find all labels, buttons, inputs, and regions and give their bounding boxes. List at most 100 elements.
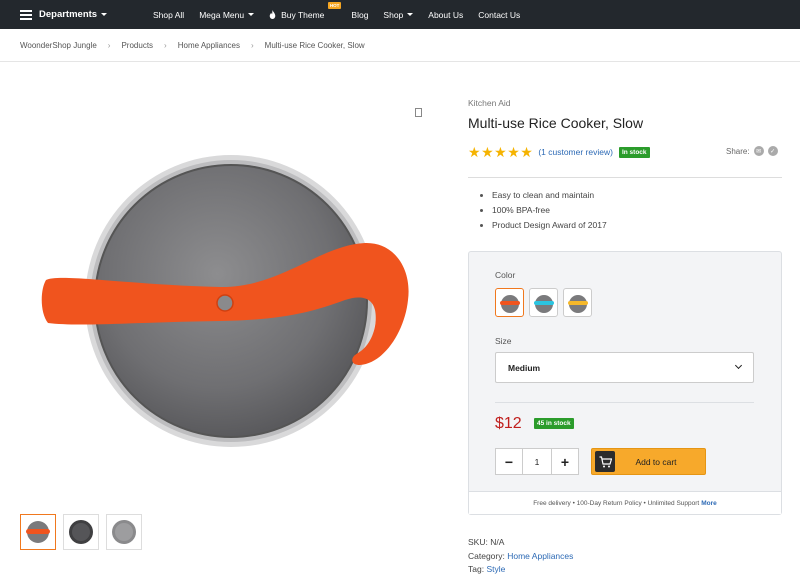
divider	[468, 177, 782, 178]
chevron-down-icon	[248, 13, 255, 16]
star-icon: ★	[520, 144, 533, 160]
nav-item-label: Contact Us	[478, 9, 521, 20]
star-rating: ★ ★ ★ ★ ★	[468, 145, 533, 159]
category-link[interactable]: Home Appliances	[507, 551, 573, 561]
divider	[0, 61, 800, 62]
feature-item: 100% BPA-free	[480, 205, 607, 215]
breadcrumb-link-products[interactable]: Products	[121, 41, 153, 50]
product-main-image[interactable]	[20, 95, 430, 505]
main-menu: Shop All Mega Menu Buy Theme HOT Blog Sh…	[153, 0, 535, 29]
nav-item-label: Shop All	[153, 9, 185, 20]
breadcrumb-current: Multi-use Rice Cooker, Slow	[264, 41, 365, 50]
sku-value: N/A	[490, 537, 505, 547]
category-label: Category:	[468, 550, 505, 561]
shipping-info-bar: Free delivery • 100-Day Return Policy • …	[469, 491, 781, 514]
breadcrumb-link-category[interactable]: Home Appliances	[178, 41, 240, 50]
nav-item-shop[interactable]: Shop	[383, 9, 414, 20]
hamburger-icon	[20, 10, 32, 20]
nav-item-label: About Us	[428, 9, 464, 20]
departments-label: Departments	[39, 9, 98, 20]
stock-count-badge: 45 in stock	[534, 418, 574, 429]
review-link[interactable]: (1 customer review)	[538, 147, 613, 157]
chevron-down-icon	[734, 361, 743, 370]
feature-list: Easy to clean and maintain 100% BPA-free…	[480, 190, 607, 235]
share-email-icon[interactable]: ✉	[753, 146, 764, 156]
shipping-more-link[interactable]: More	[701, 500, 717, 507]
swatch-image	[533, 294, 554, 313]
size-select[interactable]: Medium	[495, 352, 754, 383]
chevron-down-icon	[101, 13, 108, 16]
zoom-icon[interactable]	[415, 108, 422, 117]
feature-item: Product Design Award of 2017	[480, 220, 607, 230]
tag-label: Tag:	[468, 564, 485, 574]
sku-row: SKU: N/A	[468, 536, 573, 550]
quantity-input[interactable]: 1	[523, 457, 551, 467]
price: $12	[495, 415, 522, 432]
divider	[495, 402, 754, 403]
star-icon: ★	[468, 144, 481, 160]
chevron-right-icon: ›	[250, 41, 254, 50]
nav-item-contact-us[interactable]: Contact Us	[478, 10, 520, 20]
color-swatches	[495, 288, 597, 317]
rating-row: ★ ★ ★ ★ ★ (1 customer review) In stock	[468, 145, 650, 159]
breadcrumb-link-home[interactable]: WoonderShop Jungle	[20, 41, 97, 50]
cart-icon	[595, 451, 615, 472]
add-to-cart-label: Add to cart	[635, 456, 677, 467]
thumbnail-1[interactable]	[20, 514, 56, 550]
product-title: Multi-use Rice Cooker, Slow	[468, 115, 644, 131]
cart-glyph	[599, 455, 612, 467]
star-icon: ★	[494, 144, 507, 160]
nav-item-label: Mega Menu	[199, 9, 245, 20]
quantity-stepper: − 1 +	[495, 448, 579, 475]
nav-item-label: Shop	[383, 9, 404, 20]
nav-item-label: Buy Theme	[281, 9, 325, 20]
flame-icon	[269, 10, 276, 19]
swatch-image	[499, 294, 520, 313]
decrease-quantity-button[interactable]: −	[496, 449, 523, 474]
nav-item-shop-all[interactable]: Shop All	[153, 10, 184, 20]
thumbnail-image	[112, 520, 136, 544]
size-select-value: Medium	[508, 362, 541, 373]
size-label: Size	[495, 336, 512, 346]
chevron-down-icon	[407, 13, 414, 16]
add-to-cart-button[interactable]: Add to cart	[591, 448, 706, 475]
star-icon: ★	[507, 144, 520, 160]
product-meta: SKU: N/A Category: Home Appliances Tag: …	[468, 536, 573, 577]
nav-item-blog[interactable]: Blog	[351, 10, 368, 20]
top-navigation: Departments Shop All Mega Menu Buy Theme…	[0, 0, 800, 29]
category-row: Category: Home Appliances	[468, 550, 573, 564]
nav-item-label: Blog	[351, 9, 369, 20]
share-label: Share:	[726, 146, 750, 156]
hot-badge: HOT	[327, 1, 342, 9]
thumbnail-gallery	[20, 514, 149, 550]
color-swatch-cyan[interactable]	[529, 288, 558, 317]
thumbnail-2[interactable]	[63, 514, 99, 550]
thumbnail-3[interactable]	[106, 514, 142, 550]
share-twitter-icon[interactable]: ✓	[767, 146, 778, 156]
nav-item-mega-menu[interactable]: Mega Menu	[199, 9, 255, 20]
purchase-panel: Color Size Medium $12 45 in stock − 1 + …	[468, 251, 782, 515]
color-swatch-orange[interactable]	[495, 288, 524, 317]
color-swatch-yellow[interactable]	[563, 288, 592, 317]
chevron-right-icon: ›	[164, 41, 167, 50]
sku-label: SKU:	[468, 537, 488, 547]
share: Share: ✉ ✓	[726, 146, 778, 156]
tag-row: Tag: Style	[468, 563, 573, 577]
tag-link[interactable]: Style	[486, 564, 505, 574]
increase-quantity-button[interactable]: +	[551, 449, 578, 474]
chevron-right-icon: ›	[107, 41, 111, 50]
shipping-info-text: Free delivery • 100-Day Return Policy • …	[533, 499, 700, 507]
nav-item-about-us[interactable]: About Us	[428, 10, 463, 20]
feature-item: Easy to clean and maintain	[480, 190, 607, 200]
nav-item-buy-theme[interactable]: Buy Theme HOT	[269, 1, 342, 20]
thumbnail-image	[26, 521, 50, 543]
product-brand[interactable]: Kitchen Aid	[468, 98, 511, 108]
departments-menu[interactable]: Departments	[20, 9, 108, 20]
swatch-image	[567, 294, 588, 313]
breadcrumb: WoonderShop Jungle › Products › Home App…	[20, 41, 365, 50]
color-label: Color	[495, 270, 516, 280]
rice-cooker-image	[41, 155, 409, 447]
thumbnail-image	[69, 520, 93, 544]
stock-badge: In stock	[618, 146, 650, 158]
star-icon: ★	[481, 144, 494, 160]
